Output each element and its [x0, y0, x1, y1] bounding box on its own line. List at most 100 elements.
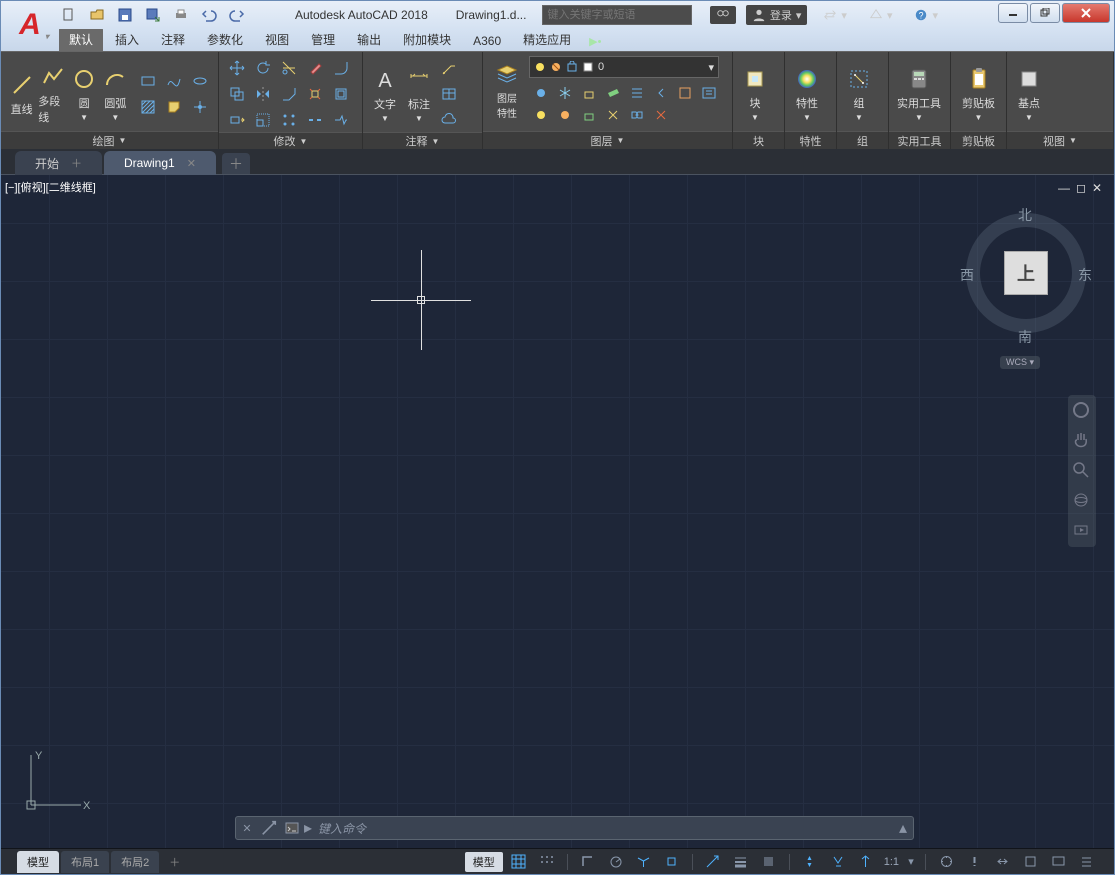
viewport-label[interactable]: [−][俯视][二维线框] — [5, 179, 96, 195]
layout-tab-1[interactable]: 布局1 — [61, 851, 109, 873]
arc-button[interactable]: 圆弧▼ — [101, 65, 130, 122]
layer-state-icon[interactable] — [697, 81, 721, 105]
status-annoauto-icon[interactable] — [854, 852, 878, 872]
viewcube[interactable]: 上 北 南 东 西 WCS ▾ — [956, 193, 1096, 363]
status-snap-icon[interactable] — [535, 852, 559, 872]
layer-off-icon[interactable] — [529, 81, 553, 105]
ribbon-tab-annotate[interactable]: 注释 — [151, 28, 195, 51]
layer-unlock-icon[interactable] — [577, 103, 601, 127]
ribbon-tab-output[interactable]: 输出 — [347, 28, 391, 51]
erase-icon[interactable] — [303, 56, 327, 80]
line-button[interactable]: 直线 — [7, 71, 36, 117]
status-cleanscreen-icon[interactable] — [1046, 852, 1070, 872]
ribbon-tab-addins[interactable]: 附加模块 — [393, 28, 461, 51]
fillet-icon[interactable] — [329, 56, 353, 80]
rectangle-icon[interactable] — [136, 69, 160, 93]
layer-on-icon[interactable] — [529, 103, 553, 127]
ribbon-tab-default[interactable]: 默认 — [59, 28, 103, 51]
layout-tab-add[interactable]: ＋ — [161, 851, 188, 873]
window-maximize-button[interactable] — [1030, 3, 1060, 23]
status-customize-icon[interactable] — [1074, 852, 1098, 872]
ribbon-tab-parametric[interactable]: 参数化 — [197, 28, 253, 51]
ribbon-tab-insert[interactable]: 插入 — [105, 28, 149, 51]
qat-open-icon[interactable] — [87, 5, 107, 25]
ribbon-tab-view[interactable]: 视图 — [255, 28, 299, 51]
qat-redo-icon[interactable] — [227, 5, 247, 25]
layer-merge-icon[interactable] — [625, 103, 649, 127]
zoom-icon[interactable] — [1072, 461, 1092, 481]
join-icon[interactable] — [329, 108, 353, 132]
qat-print-icon[interactable] — [171, 5, 191, 25]
layer-thaw-icon[interactable] — [553, 103, 577, 127]
plus-icon[interactable]: ＋ — [71, 155, 82, 171]
layer-make-current-icon[interactable] — [601, 81, 625, 105]
status-annovis-icon[interactable] — [826, 852, 850, 872]
layer-delete-icon[interactable] — [649, 103, 673, 127]
cmdline-input[interactable]: 键入命令 — [312, 820, 893, 837]
block-button[interactable]: 块▼ — [739, 65, 771, 122]
showmotion-icon[interactable] — [1072, 521, 1092, 541]
status-qprops-icon[interactable] — [1018, 852, 1042, 872]
offset-icon[interactable] — [329, 82, 353, 106]
pan-icon[interactable] — [1072, 431, 1092, 451]
layer-properties-button[interactable]: 图层 特性 — [489, 60, 525, 120]
status-isodraft-icon[interactable] — [632, 852, 656, 872]
ribbon-tab-featured[interactable]: 精选应用 — [513, 28, 581, 51]
file-tab-add-button[interactable]: ＋ — [222, 153, 250, 175]
orbit-icon[interactable] — [1072, 491, 1092, 511]
layout-tab-model[interactable]: 模型 — [17, 851, 59, 873]
stretch-icon[interactable] — [225, 108, 249, 132]
search-input[interactable] — [542, 5, 692, 25]
fullnav-wheel-icon[interactable] — [1072, 401, 1092, 421]
file-tab-drawing1[interactable]: Drawing1✕ — [104, 151, 216, 175]
layer-isolate-icon[interactable] — [673, 81, 697, 105]
status-otrack-icon[interactable] — [701, 852, 725, 872]
viewcube-top[interactable]: 上 — [1004, 251, 1048, 295]
mirror-icon[interactable] — [251, 82, 275, 106]
status-lineweight-icon[interactable] — [729, 852, 753, 872]
app-menu-button[interactable]: A▾ — [5, 3, 55, 47]
trim-icon[interactable] — [277, 56, 301, 80]
ellipse-icon[interactable] — [188, 69, 212, 93]
login-button[interactable]: 登录 ▾ — [746, 5, 808, 25]
cmdline-close-icon[interactable]: ✕ — [236, 822, 258, 835]
infocenter-button[interactable] — [710, 6, 736, 24]
help-button[interactable]: ?▾ — [908, 6, 944, 24]
rotate-icon[interactable] — [251, 56, 275, 80]
status-model-toggle[interactable]: 模型 — [465, 852, 503, 872]
ribbon-tab-manage[interactable]: 管理 — [301, 28, 345, 51]
status-scale[interactable]: 1:1 — [882, 856, 901, 868]
ribbon-tab-a360[interactable]: A360 — [463, 31, 511, 51]
status-annoscale-icon[interactable] — [798, 852, 822, 872]
dimension-button[interactable]: 标注▼ — [403, 66, 435, 123]
break-icon[interactable] — [303, 108, 327, 132]
exchange-button[interactable]: ▾ — [817, 6, 853, 24]
layer-match-icon[interactable] — [625, 81, 649, 105]
drawing-area[interactable]: [−][俯视][二维线框] — ◻ ✕ 上 北 南 东 西 WCS ▾ — [1, 175, 1114, 848]
ribbon-cycle-button[interactable]: ▶• — [583, 32, 607, 51]
close-icon[interactable]: ✕ — [187, 157, 196, 170]
polyline-button[interactable]: 多段线 — [38, 63, 67, 125]
layer-walk-icon[interactable] — [601, 103, 625, 127]
a360-button[interactable]: ▾ — [863, 6, 899, 24]
window-close-button[interactable] — [1062, 3, 1110, 23]
point-icon[interactable] — [188, 95, 212, 119]
status-annomon-icon[interactable] — [962, 852, 986, 872]
cmdline-config-icon[interactable] — [258, 817, 280, 839]
qat-undo-icon[interactable] — [199, 5, 219, 25]
qat-new-icon[interactable] — [59, 5, 79, 25]
layout-tab-2[interactable]: 布局2 — [111, 851, 159, 873]
region-icon[interactable] — [162, 95, 186, 119]
properties-button[interactable]: 特性▼ — [791, 65, 823, 122]
status-transparency-icon[interactable] — [757, 852, 781, 872]
scale-icon[interactable] — [251, 108, 275, 132]
window-minimize-button[interactable] — [998, 3, 1028, 23]
qat-save-icon[interactable] — [115, 5, 135, 25]
copy-icon[interactable] — [225, 82, 249, 106]
layer-previous-icon[interactable] — [649, 81, 673, 105]
layer-lock-icon[interactable] — [577, 81, 601, 105]
chamfer-icon[interactable] — [277, 82, 301, 106]
layer-combo[interactable]: 0 ▾ — [529, 56, 719, 78]
base-view-button[interactable]: 基点▼ — [1013, 65, 1045, 122]
spline-icon[interactable] — [162, 69, 186, 93]
